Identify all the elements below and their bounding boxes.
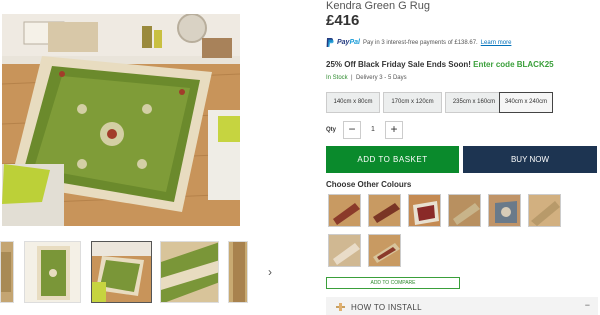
main-product-image[interactable]	[2, 14, 240, 226]
colour-swatch-6[interactable]	[528, 194, 561, 227]
size-option-340x240[interactable]: 340cm x 240cm	[499, 92, 553, 113]
add-to-basket-button[interactable]: ADD TO BASKET	[326, 146, 459, 173]
paypal-icon	[326, 38, 334, 47]
stock-separator: |	[351, 75, 353, 81]
how-to-install-label: HOW TO INSTALL	[351, 303, 422, 312]
chevron-right-icon[interactable]: ›	[262, 263, 278, 281]
add-to-compare-button[interactable]: ADD TO COMPARE	[326, 277, 460, 289]
stock-status: In Stock	[326, 75, 348, 81]
thumbnail-2[interactable]	[24, 241, 81, 303]
promo-text: 25% Off Black Friday Sale Ends Soon!	[326, 60, 471, 69]
product-page: › Kendra Green G Rug £416 PayPal Pay in …	[0, 0, 600, 315]
promo-code: Enter code BLACK25	[473, 60, 554, 69]
colour-swatch-2[interactable]	[368, 194, 401, 227]
size-option-140x80[interactable]: 140cm x 80cm	[326, 92, 380, 113]
thumbnail-4[interactable]	[160, 241, 219, 303]
colour-swatch-8[interactable]	[368, 234, 401, 267]
product-title: Kendra Green G Rug	[326, 0, 430, 12]
product-price: £416	[326, 12, 360, 29]
colour-swatch-4[interactable]	[448, 194, 481, 227]
thumbnail-1[interactable]	[0, 241, 14, 303]
quantity-label: Qty	[326, 127, 337, 133]
colour-swatch-7[interactable]	[328, 234, 361, 267]
promo-banner: 25% Off Black Friday Sale Ends Soon! Ent…	[326, 60, 554, 69]
colour-swatch-3[interactable]	[408, 194, 441, 227]
quantity-input[interactable]: 1	[361, 121, 385, 139]
collapse-icon[interactable]: −	[585, 300, 590, 310]
delivery-time: Delivery 3 - 5 Days	[355, 75, 407, 81]
thumbnail-strip: ›	[0, 241, 300, 303]
size-option-235x160[interactable]: 235cm x 160cm	[445, 92, 503, 113]
quantity-plus-button[interactable]: +	[385, 121, 403, 139]
paypal-logo-text: PayPal	[337, 39, 360, 46]
size-option-170x120[interactable]: 170cm x 120cm	[383, 92, 442, 113]
learn-more-link[interactable]: Learn more	[481, 40, 512, 46]
colour-swatch-1[interactable]	[328, 194, 361, 227]
quantity-stepper: − 1 +	[343, 121, 403, 139]
choose-colours-heading: Choose Other Colours	[326, 180, 412, 189]
thumbnail-5[interactable]	[228, 241, 248, 303]
tools-icon	[336, 303, 345, 311]
thumbnail-3[interactable]	[91, 241, 152, 303]
how-to-install-accordion[interactable]: HOW TO INSTALL −	[326, 297, 598, 315]
colour-swatch-5[interactable]	[488, 194, 521, 227]
paypal-banner: PayPal Pay in 3 interest-free payments o…	[326, 38, 511, 47]
quantity-minus-button[interactable]: −	[343, 121, 361, 139]
paypal-text: Pay in 3 interest-free payments of £138.…	[362, 39, 478, 46]
buy-now-button[interactable]: BUY NOW	[463, 146, 597, 173]
stock-info: In Stock | Delivery 3 - 5 Days	[326, 75, 407, 81]
